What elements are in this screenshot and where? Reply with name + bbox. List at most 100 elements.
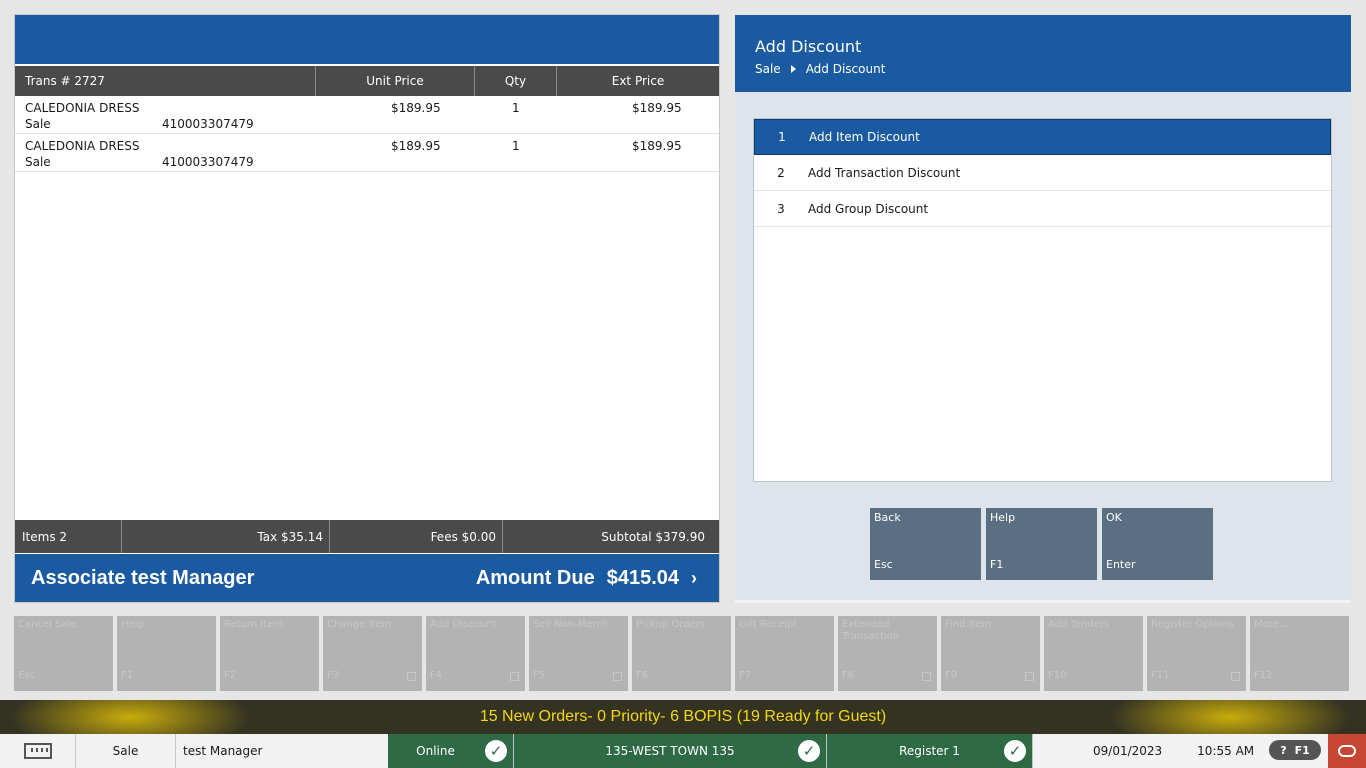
- fkey-label: More...: [1254, 619, 1289, 630]
- transaction-column-header: Trans # 2727 Unit Price Qty Ext Price: [15, 64, 719, 96]
- breadcrumb: Sale Add Discount: [755, 62, 1351, 76]
- option-label: Add Group Discount: [808, 201, 929, 216]
- back-button[interactable]: Back Esc: [870, 508, 981, 580]
- oracle-logo-icon: [1338, 745, 1356, 757]
- ext-price-header: Ext Price: [611, 74, 665, 88]
- fkey-add-discount: Add Discount F4: [426, 616, 525, 691]
- button-label: OK: [1106, 511, 1122, 524]
- check-icon: ✓: [798, 740, 820, 762]
- item-sku: 410003307479: [162, 155, 254, 169]
- lock-icon: [613, 672, 622, 681]
- fees-total: Fees $0.00: [330, 520, 503, 553]
- fkey-change-item: Change Item F3: [323, 616, 422, 691]
- fkey-return-item: Return Item F2: [220, 616, 319, 691]
- fkey-add-tenders: Add Tenders F10: [1044, 616, 1143, 691]
- status-store-label: 135-WEST TOWN 135: [605, 744, 735, 758]
- fkey-shortcut: F5: [533, 670, 546, 681]
- button-shortcut: Esc: [874, 558, 893, 571]
- trans-number-header: Trans # 2727: [15, 66, 316, 96]
- item-type: Sale: [25, 117, 51, 131]
- lock-icon: [510, 672, 519, 681]
- option-number: 3: [777, 201, 785, 216]
- item-ext-price: $189.95: [632, 139, 682, 153]
- status-register-label: Register 1: [899, 744, 960, 758]
- keyboard-button[interactable]: [0, 734, 76, 768]
- item-qty: 1: [512, 101, 520, 115]
- fkey-sell-non-merch: Sell Non-Merch F5: [529, 616, 628, 691]
- item-unit-price: $189.95: [391, 139, 441, 153]
- item-sku: 410003307479: [162, 117, 254, 131]
- help-shortcut: F1: [1294, 743, 1310, 757]
- button-label: Back: [874, 511, 901, 524]
- fkey-label: Find Item: [945, 619, 992, 630]
- status-date: 09/01/2023: [1093, 744, 1163, 758]
- fkey-shortcut: F7: [739, 670, 752, 681]
- fkey-register-options: Register Options F11: [1147, 616, 1246, 691]
- status-mode: Sale: [76, 734, 176, 768]
- breadcrumb-add-discount: Add Discount: [805, 62, 886, 76]
- notification-text: 15 New Orders- 0 Priority- 6 BOPIS (19 R…: [479, 708, 887, 725]
- fkey-cancel-sale: Cancel Sale Esc: [14, 616, 113, 691]
- fkey-label: Change Item: [327, 619, 392, 630]
- item-unit-price: $189.95: [391, 101, 441, 115]
- fkey-shortcut: F9: [945, 670, 958, 681]
- fkey-label: Add Tenders: [1048, 619, 1110, 630]
- fkey-shortcut: F10: [1048, 670, 1067, 681]
- status-time: 10:55 AM: [1197, 744, 1255, 758]
- fkey-label: Add Discount: [430, 619, 497, 630]
- oracle-menu-button[interactable]: [1328, 734, 1366, 768]
- status-online-label: Online: [416, 744, 455, 758]
- fkey-shortcut: F3: [327, 670, 340, 681]
- option-add-transaction-discount[interactable]: 2 Add Transaction Discount: [754, 155, 1331, 191]
- associate-name: Associate test Manager: [31, 566, 255, 589]
- help-icon: ?: [1280, 743, 1287, 757]
- status-bar: Sale test Manager Online ✓ 135-WEST TOWN…: [0, 734, 1366, 768]
- line-item[interactable]: CALEDONIA DRESS Sale 410003307479 $189.9…: [15, 134, 719, 172]
- item-ext-price: $189.95: [632, 101, 682, 115]
- breadcrumb-sale[interactable]: Sale: [755, 62, 781, 76]
- fkey-pickup-orders: Pickup Orders F6: [632, 616, 731, 691]
- discount-panel: Add Discount Sale Add Discount 1 Add Ite…: [735, 15, 1351, 603]
- tax-total: Tax $35.14: [122, 520, 330, 553]
- fkey-label: Register Options: [1151, 619, 1234, 630]
- qty-header: Qty: [475, 66, 557, 96]
- discount-option-list: 1 Add Item Discount 2 Add Transaction Di…: [753, 118, 1332, 482]
- option-add-group-discount[interactable]: 3 Add Group Discount: [754, 191, 1331, 227]
- associate-bar: Associate test Manager Amount Due $415.0…: [15, 554, 719, 602]
- fkey-label: Gift Receipt: [739, 619, 798, 630]
- lock-icon: [1025, 672, 1034, 681]
- fkey-shortcut: F11: [1151, 670, 1170, 681]
- help-pill-button[interactable]: ? F1: [1269, 740, 1321, 760]
- fkey-shortcut: F12: [1254, 670, 1273, 681]
- option-number: 1: [778, 130, 786, 144]
- chevron-right-icon: ›: [691, 567, 697, 588]
- fkey-shortcut: F1: [121, 670, 134, 681]
- button-shortcut: Enter: [1106, 558, 1136, 571]
- help-button[interactable]: Help F1: [986, 508, 1097, 580]
- item-name: CALEDONIA DRESS: [25, 139, 140, 153]
- fkey-extended-transaction: Extended Transaction F8: [838, 616, 937, 691]
- option-label: Add Item Discount: [809, 130, 920, 144]
- fkey-more: More... F12: [1250, 616, 1349, 691]
- status-online: Online ✓: [388, 734, 514, 768]
- option-add-item-discount[interactable]: 1 Add Item Discount: [754, 119, 1331, 155]
- fkey-shortcut: F8: [842, 670, 855, 681]
- order-notification-banner[interactable]: 15 New Orders- 0 Priority- 6 BOPIS (19 R…: [0, 700, 1366, 734]
- status-register: Register 1 ✓: [827, 734, 1033, 768]
- check-icon: ✓: [1004, 740, 1026, 762]
- button-shortcut: F1: [990, 558, 1004, 571]
- fkey-help: Help F1: [117, 616, 216, 691]
- fkey-find-item: Find Item F9: [941, 616, 1040, 691]
- line-item[interactable]: CALEDONIA DRESS Sale 410003307479 $189.9…: [15, 96, 719, 134]
- fkey-label: Cancel Sale: [18, 619, 77, 630]
- ok-button[interactable]: OK Enter: [1102, 508, 1213, 580]
- function-key-bar: Cancel Sale Esc Help F1 Return Item F2 Chan…: [14, 616, 1349, 691]
- fkey-gift-receipt: Gift Receipt F7: [735, 616, 834, 691]
- amount-due-button[interactable]: Amount Due $415.04 ›: [476, 567, 697, 590]
- fkey-label: Return Item: [224, 619, 284, 630]
- lock-icon: [1231, 672, 1240, 681]
- caret-right-icon: [790, 65, 796, 73]
- unit-price-header: Unit Price: [316, 66, 475, 96]
- lock-icon: [407, 672, 416, 681]
- fkey-label: Pickup Orders: [636, 619, 706, 630]
